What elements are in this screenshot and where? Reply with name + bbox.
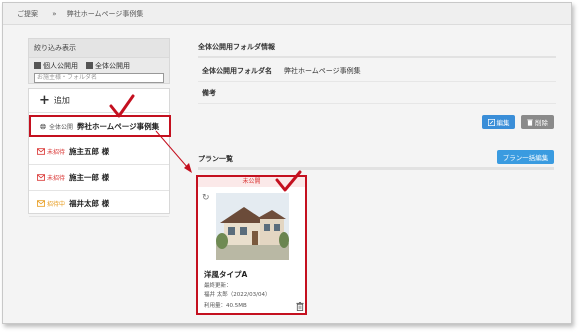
note-row: 備考 — [198, 82, 556, 104]
mail-icon — [37, 148, 45, 155]
note-label: 備考 — [202, 88, 216, 97]
filter-checkbox-personal-label: 個人公開用 — [43, 62, 78, 70]
folder-name-label: 全体公開用フォルダ名 — [202, 66, 272, 75]
folder-tag-inviting: 招待中 — [37, 199, 65, 208]
folder-item-hp-cases[interactable]: 全体公開 弊社ホームページ事例集 — [29, 115, 171, 137]
folder-tag-label: 未招待 — [47, 175, 66, 182]
folder-item-ichiro[interactable]: 未招待 施主一郎 様 — [29, 165, 169, 191]
breadcrumb-item-current: 弊社ホームページ事例集 — [66, 10, 144, 18]
folder-list: + 追加 全体公開 弊社ホームページ事例集 未招待 施主五郎 様 未招待 施主一… — [28, 88, 171, 217]
add-folder-label: 追加 — [53, 96, 70, 105]
breadcrumb: ご提案 » 弊社ホームページ事例集 — [3, 3, 571, 25]
plan-usage: 利用量：40.5MB — [204, 303, 247, 309]
checkbox-checked-icon[interactable] — [86, 62, 93, 69]
folder-info-section: 全体公開用フォルダ情報 全体公開用フォルダ名 弊社ホームページ事例集 備考 — [198, 38, 556, 104]
divider — [198, 167, 554, 170]
filter-checkbox-all[interactable]: 全体公開用 — [86, 61, 130, 71]
breadcrumb-separator: » — [52, 10, 57, 18]
folder-tag-uninvited: 未招待 — [37, 147, 65, 156]
plan-thumbnail — [216, 193, 289, 260]
filter-checkbox-personal[interactable]: 個人公開用 — [34, 61, 78, 71]
plan-updated-label: 最終更新： — [204, 283, 232, 289]
pencil-icon — [487, 118, 495, 126]
edit-button[interactable]: 編集 — [482, 115, 515, 129]
folder-info-heading: 全体公開用フォルダ情報 — [198, 43, 275, 51]
edit-button-label: 編集 — [496, 119, 510, 127]
folder-name-value: 弊社ホームページ事例集 — [284, 66, 361, 75]
folder-name: 施主五郎 様 — [69, 147, 110, 156]
folder-name: 福井太郎 様 — [69, 199, 110, 208]
folder-tag-public: 全体公開 — [39, 122, 73, 131]
plan-title: 洋風タイプA — [204, 270, 248, 279]
delete-button[interactable]: 削除 — [521, 115, 554, 129]
add-folder-button[interactable]: + 追加 — [29, 89, 169, 113]
filter-checkbox-all-label: 全体公開用 — [95, 62, 130, 70]
folder-name: 施主一郎 様 — [69, 173, 110, 182]
breadcrumb-item-proposal[interactable]: ご提案 — [17, 10, 38, 18]
filter-title: 絞り込み表示 — [29, 39, 169, 58]
checkbox-checked-icon[interactable] — [34, 62, 41, 69]
folder-tag-label: 招待中 — [47, 201, 66, 208]
mail-icon — [37, 174, 45, 181]
folder-item-goro[interactable]: 未招待 施主五郎 様 — [29, 139, 169, 165]
divider — [198, 56, 556, 58]
folder-item-fukui[interactable]: 招待中 福井太郎 様 — [29, 191, 169, 217]
folder-tag-uninvited: 未招待 — [37, 173, 65, 182]
plan-bulk-edit-button[interactable]: プラン一括編集 — [497, 150, 554, 164]
folder-name-row: 全体公開用フォルダ名 弊社ホームページ事例集 — [198, 60, 556, 82]
folder-tag-label: 全体公開 — [49, 123, 74, 131]
plan-status-badge: 未公開 — [198, 177, 305, 187]
refresh-icon[interactable]: ↻ — [202, 193, 210, 203]
trash-icon — [527, 119, 533, 126]
plan-updated-value: 福井 太郎（2022/03/04） — [204, 292, 271, 298]
trash-icon[interactable] — [296, 302, 304, 311]
filter-panel: 絞り込み表示 個人公開用 全体公開用 お施主様・フォルダ名 — [28, 38, 170, 84]
globe-icon — [40, 123, 46, 129]
plus-icon: + — [39, 93, 50, 108]
folder-name: 弊社ホームページ事例集 — [77, 121, 160, 131]
mail-open-icon — [37, 200, 45, 207]
plan-list-heading: プラン一覧 — [198, 155, 233, 163]
folder-tag-label: 未招待 — [47, 149, 66, 156]
plan-card[interactable]: 未公開 ↻ 洋風タイプA 最終更新： 福井 太郎（2022/03/04） 利用量… — [196, 175, 307, 315]
filter-search-input[interactable]: お施主様・フォルダ名 — [34, 73, 164, 83]
house-image — [216, 193, 289, 260]
delete-button-label: 削除 — [535, 119, 548, 127]
